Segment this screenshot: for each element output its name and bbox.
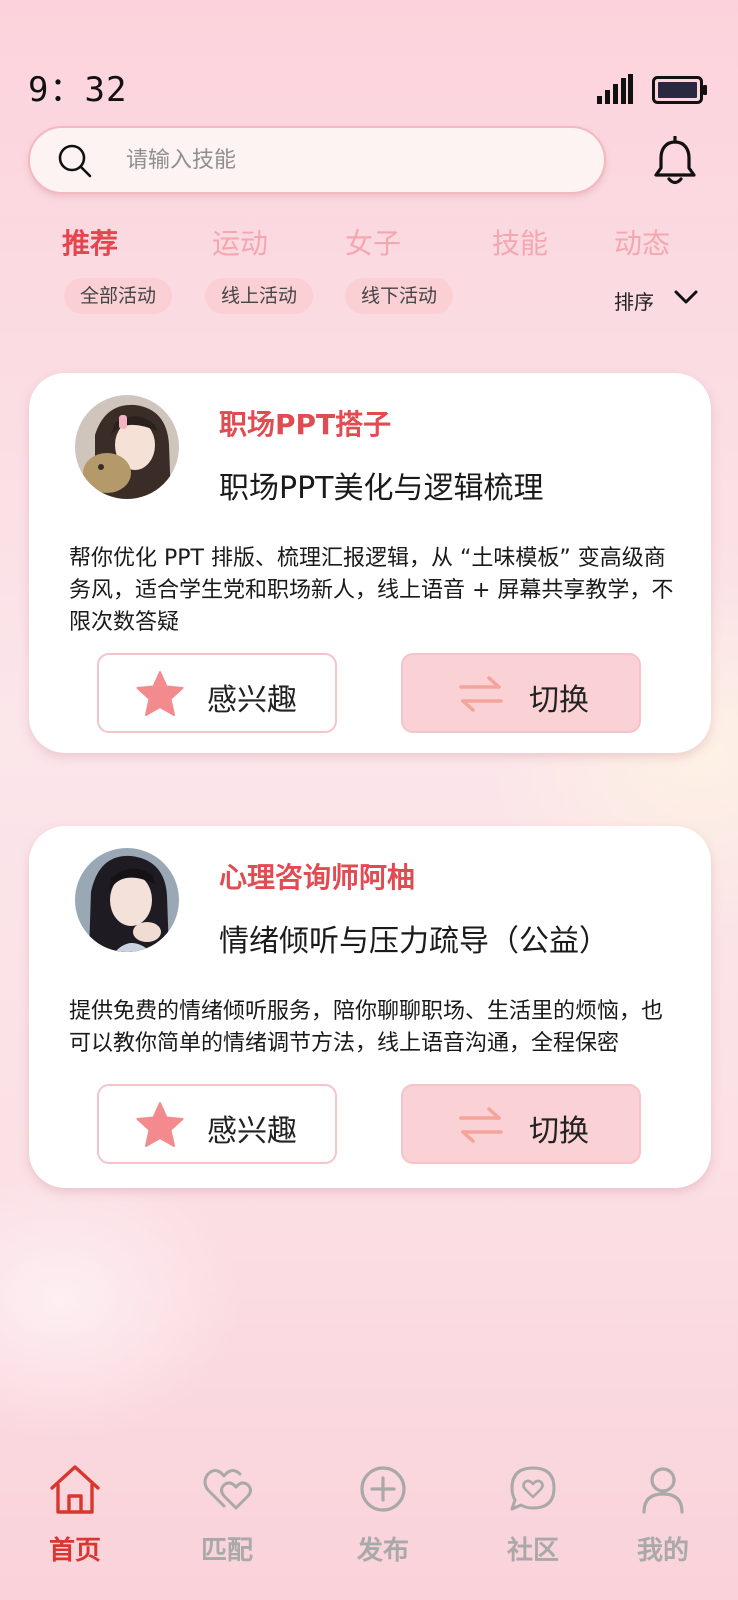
nav-profile[interactable]: 我的 bbox=[608, 1450, 718, 1580]
nav-label: 我的 bbox=[636, 1536, 689, 1566]
skill-card[interactable]: 职场PPT搭子 职场PPT美化与逻辑梳理 帮你优化 PPT 排版、梳理汇报逻辑，… bbox=[29, 373, 711, 753]
chip-online-activities[interactable]: 线上活动 bbox=[205, 278, 314, 314]
heart-match-icon bbox=[203, 1469, 252, 1510]
interest-button[interactable]: 感兴趣 bbox=[97, 653, 337, 733]
swap-arrows-icon bbox=[459, 1107, 503, 1143]
user-icon bbox=[642, 1467, 684, 1514]
tab-women[interactable]: 女子 bbox=[345, 222, 401, 262]
switch-label: 切换 bbox=[529, 683, 589, 718]
interest-button[interactable]: 感兴趣 bbox=[97, 1084, 337, 1164]
nav-home[interactable]: 首页 bbox=[20, 1450, 130, 1580]
card-name: 职场PPT搭子 bbox=[219, 408, 392, 441]
bell-icon[interactable] bbox=[650, 136, 700, 188]
card-description: 提供免费的情绪倾听服务，陪你聊聊职场、生活里的烦恼，也可以教你简单的情绪调节方法… bbox=[69, 999, 664, 1056]
status-bar: 9：32 bbox=[0, 0, 738, 110]
swap-arrows-icon bbox=[459, 676, 503, 712]
plus-circle-icon bbox=[360, 1466, 406, 1512]
nav-label: 首页 bbox=[48, 1536, 101, 1566]
status-time: 9：32 bbox=[28, 70, 128, 110]
nav-label: 社区 bbox=[506, 1536, 559, 1566]
search-input[interactable] bbox=[126, 128, 566, 192]
star-icon bbox=[136, 1102, 184, 1147]
tab-skills[interactable]: 技能 bbox=[492, 222, 548, 262]
chevron-down-icon[interactable] bbox=[672, 286, 700, 308]
sort-button[interactable]: 排序 bbox=[614, 286, 654, 315]
search-icon bbox=[58, 144, 92, 178]
home-icon bbox=[50, 1465, 100, 1514]
battery-icon bbox=[652, 76, 707, 104]
tab-sports[interactable]: 运动 bbox=[212, 222, 268, 262]
avatar bbox=[75, 848, 179, 952]
chip-all-activities[interactable]: 全部活动 bbox=[64, 278, 173, 314]
card-name: 心理咨询师阿柚 bbox=[219, 861, 416, 894]
tab-recommend[interactable]: 推荐 bbox=[62, 222, 118, 262]
switch-button[interactable]: 切换 bbox=[401, 1084, 641, 1164]
tab-feed[interactable]: 动态 bbox=[614, 222, 670, 262]
nav-post[interactable]: 发布 bbox=[328, 1450, 438, 1580]
card-title: 职场PPT美化与逻辑梳理 bbox=[219, 471, 544, 506]
bottom-nav: 首页 匹配 发布 社区 我的 bbox=[0, 1450, 738, 1600]
nav-label: 发布 bbox=[356, 1536, 409, 1566]
card-title: 情绪倾听与压力疏导（公益） bbox=[219, 924, 609, 959]
skill-card[interactable]: 心理咨询师阿柚 情绪倾听与压力疏导（公益） 提供免费的情绪倾听服务，陪你聊聊职场… bbox=[29, 826, 711, 1188]
category-tabs: 推荐 运动 女子 技能 动态 bbox=[0, 222, 738, 272]
card-description: 帮你优化 PPT 排版、梳理汇报逻辑，从 “土味模板” 变高级商务风，适合学生党… bbox=[69, 546, 674, 635]
signal-icon bbox=[597, 74, 633, 104]
switch-label: 切换 bbox=[529, 1114, 589, 1149]
search-bar[interactable] bbox=[28, 126, 606, 194]
nav-community[interactable]: 社区 bbox=[478, 1450, 588, 1580]
nav-label: 匹配 bbox=[200, 1536, 253, 1566]
star-icon bbox=[136, 671, 184, 716]
chat-heart-icon bbox=[510, 1466, 556, 1511]
interest-label: 感兴趣 bbox=[207, 1114, 297, 1149]
nav-match[interactable]: 匹配 bbox=[172, 1450, 282, 1580]
interest-label: 感兴趣 bbox=[207, 683, 297, 718]
chip-offline-activities[interactable]: 线下活动 bbox=[345, 278, 454, 314]
avatar bbox=[75, 395, 179, 499]
switch-button[interactable]: 切换 bbox=[401, 653, 641, 733]
